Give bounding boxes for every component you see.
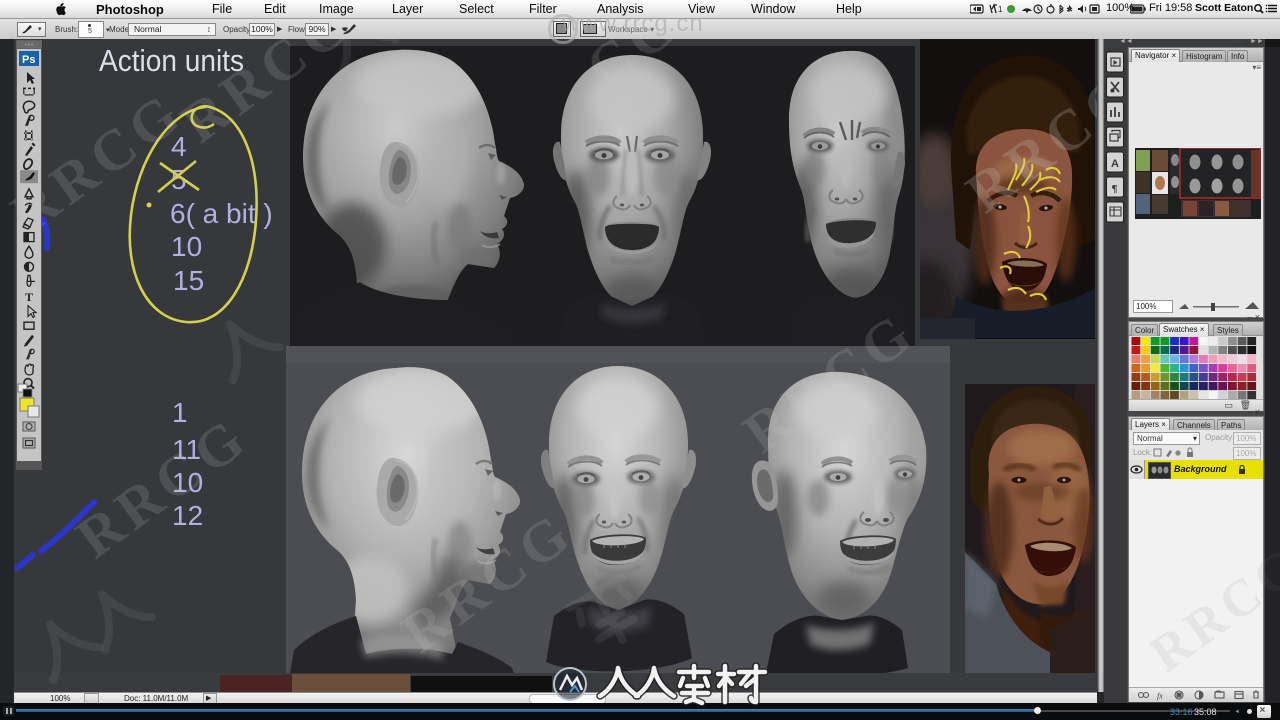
svg-text:15: 15 [173, 265, 204, 296]
svg-text:1: 1 [998, 5, 1003, 14]
svg-text:1: 1 [172, 397, 188, 428]
svg-text:A: A [1111, 158, 1119, 170]
svg-text:T: T [25, 290, 33, 304]
svg-text:Ps: Ps [22, 54, 35, 66]
svg-text:10: 10 [171, 231, 202, 262]
svg-text:¶: ¶ [1112, 183, 1118, 195]
